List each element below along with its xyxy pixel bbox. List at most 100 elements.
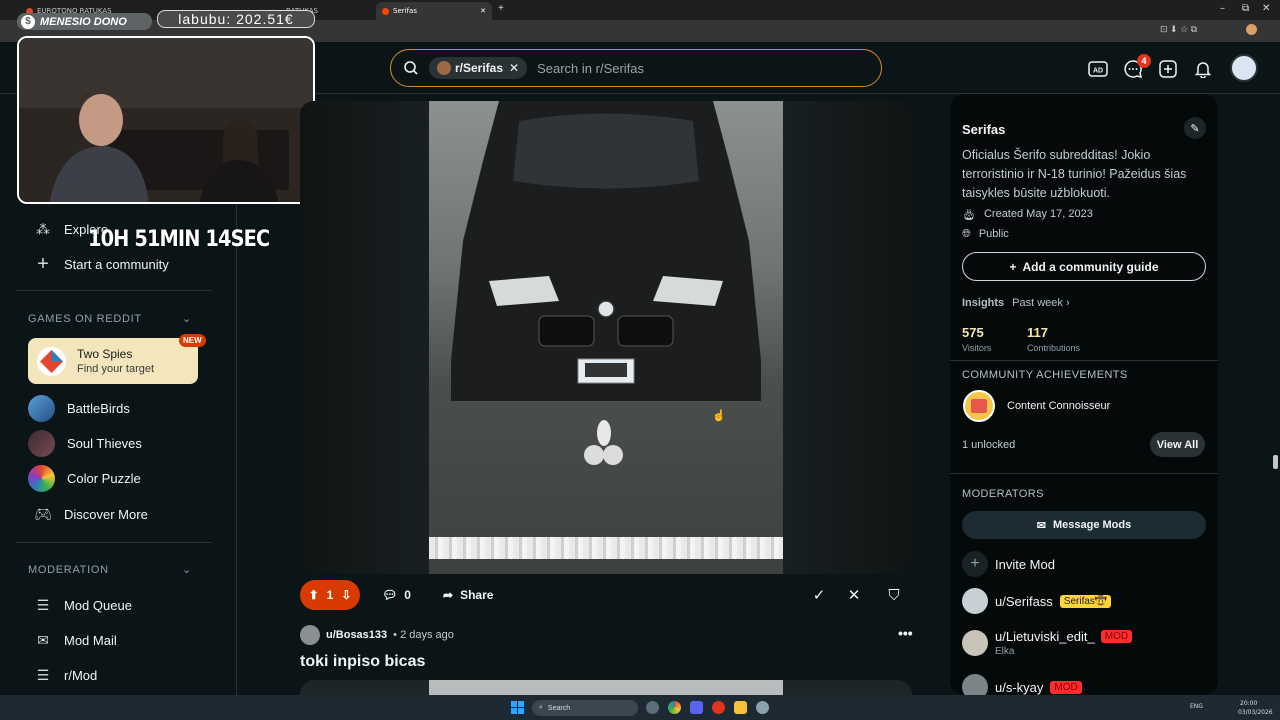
moderator-row[interactable]: u/Lietuviski_edit_ MOD Elka (962, 629, 1133, 657)
moderator-subtitle: Elka (995, 646, 1015, 657)
contributions-label: Contributions (1027, 343, 1081, 353)
profile-icon[interactable] (1246, 24, 1257, 35)
snow-sculpture-drawing (584, 420, 623, 465)
taskbar-app-icon[interactable] (646, 701, 659, 714)
achievements-heading: COMMUNITY ACHIEVEMENTS (962, 369, 1128, 381)
message-mods-button[interactable]: ✉ Message Mods (962, 511, 1206, 539)
notification-badge: 4 (1137, 54, 1151, 68)
chrome-icon[interactable] (668, 701, 681, 714)
chevron-down-icon[interactable]: ⌄ (182, 312, 191, 325)
contributions-value: 117 (1027, 325, 1048, 340)
webcam-overlay (17, 36, 315, 204)
share-icon: ➦ (443, 588, 454, 602)
view-all-button[interactable]: View All (1150, 432, 1205, 457)
moderator-row[interactable]: u/Serifass Serifas🤠 (962, 588, 1112, 614)
mod-feed-icon: ☰ (36, 666, 50, 683)
plus-icon: + (962, 551, 988, 577)
webcam-feed-image (19, 38, 313, 202)
next-post-meta: u/Bosas133 • 2 days ago (300, 625, 454, 645)
discord-icon[interactable] (690, 701, 703, 714)
bell-icon[interactable] (1192, 58, 1214, 80)
edit-icon[interactable]: ✎ (1184, 117, 1206, 139)
featured-game-card[interactable]: Two Spies Find your target NEW (28, 334, 206, 384)
tab-close-icon[interactable]: ✕ (480, 7, 486, 15)
community-visibility: 🌐︎ Public (962, 228, 1009, 240)
tray-lang[interactable]: ENG (1190, 703, 1203, 710)
sidebar-item-mod-queue[interactable]: ☰ Mod Queue (34, 596, 132, 614)
car-photo-drawing (451, 101, 761, 401)
post-image[interactable] (429, 101, 783, 574)
games-section-heading[interactable]: GAMES ON REDDIT (28, 313, 142, 325)
search-bar[interactable]: r/Serifas ✕ Search in r/Serifas (390, 49, 882, 87)
remove-icon[interactable]: ✕ (839, 580, 869, 610)
taskbar-search[interactable]: ⌕ Search (532, 700, 638, 716)
sidebar-game-color-puzzle[interactable]: Color Puzzle (28, 465, 141, 492)
mail-icon: ✉ (1036, 519, 1046, 532)
new-tab-button[interactable]: + (498, 3, 504, 14)
tray-time[interactable]: 20:00 (1240, 700, 1257, 707)
achievement-name: Content Connoisseur (1007, 400, 1111, 412)
extension-icons[interactable]: ⊡ ⬇ ☆ ⧉ (1160, 24, 1197, 35)
achievement-badge-icon[interactable] (963, 390, 995, 422)
subreddit-search-chip[interactable]: r/Serifas ✕ (429, 57, 528, 79)
parking-line (429, 537, 783, 559)
chevron-down-icon[interactable]: ⌄ (182, 563, 191, 576)
chip-remove-icon[interactable]: ✕ (509, 61, 519, 75)
comment-icon: 💬︎ (382, 588, 398, 602)
insights-row[interactable]: Insights Past week › (962, 297, 1070, 309)
achievements-unlocked: 1 unlocked (962, 439, 1016, 451)
gamepad-icon: 🎮︎ (34, 505, 52, 522)
dollar-icon: $ (21, 14, 35, 29)
labubu-counter: labubu: 202.51€ (157, 10, 315, 28)
sidebar-divider (16, 542, 212, 543)
user-avatar[interactable] (1230, 54, 1258, 82)
tray-date[interactable]: 03/03/2026 (1238, 709, 1273, 716)
create-post-icon[interactable] (1157, 58, 1179, 80)
more-options-icon[interactable]: ••• (898, 625, 913, 641)
taskbar-app-icon[interactable] (712, 701, 725, 714)
sidebar-item-start-community[interactable]: + Start a community (34, 253, 169, 275)
shield-icon[interactable]: ⛉ (879, 580, 909, 610)
search-icon: ⌕ (539, 704, 543, 711)
share-button[interactable]: ➦ Share (433, 580, 503, 610)
subreddit-avatar (437, 61, 451, 75)
panel-divider (950, 473, 1218, 474)
minimize-icon[interactable]: – (1220, 3, 1225, 14)
comments-button[interactable]: 💬︎ 0 (372, 580, 421, 610)
invite-mod-row[interactable]: + Invite Mod (962, 551, 1055, 577)
browser-tab-active[interactable]: Serifas ✕ (376, 2, 492, 20)
advertise-icon[interactable]: AD (1087, 58, 1109, 80)
upvote-icon[interactable]: ⬆ (309, 588, 319, 602)
settings-icon[interactable] (756, 701, 769, 714)
windows-start-icon[interactable] (511, 701, 524, 714)
taskbar-app-icon[interactable] (734, 701, 747, 714)
sidebar-game-battlebirds[interactable]: BattleBirds (28, 395, 130, 422)
stream-timer: 10H 51MIN 14SEC (88, 227, 270, 252)
reddit-favicon-icon (382, 7, 389, 15)
post-action-bar: ⬆ 1 ⇩ 💬︎ 0 ➦ Share ✓ ✕ ⛉ (300, 580, 912, 610)
author-link[interactable]: u/Bosas133 (326, 629, 387, 641)
user-flair: Serifas🤠 (1059, 594, 1112, 608)
page-scrollbar[interactable] (1273, 455, 1278, 469)
approve-icon[interactable]: ✓ (804, 580, 834, 610)
sidebar-item-r-mod[interactable]: ☰ r/Mod (34, 666, 98, 684)
sidebar-item-mod-mail[interactable]: ✉ Mod Mail (34, 631, 117, 649)
add-community-guide-button[interactable]: + Add a community guide (962, 252, 1206, 281)
moderation-section-heading[interactable]: MODERATION (28, 564, 109, 576)
sidebar-discover-more[interactable]: 🎮︎ Discover More (34, 505, 148, 523)
maximize-icon[interactable]: ⧉ (1242, 3, 1249, 14)
mail-icon: ✉ (37, 631, 49, 648)
sidebar-game-soul-thieves[interactable]: Soul Thieves (28, 430, 142, 457)
new-badge: NEW (179, 334, 206, 347)
svg-text:AD: AD (1093, 68, 1103, 75)
vote-control[interactable]: ⬆ 1 ⇩ (300, 580, 360, 610)
next-post-title[interactable]: toki inpiso bicas (300, 653, 425, 671)
moderators-heading: MODERATORS (962, 488, 1044, 500)
window-close-icon[interactable]: ✕ (1262, 3, 1270, 14)
post-media[interactable] (300, 101, 912, 574)
search-placeholder[interactable]: Search in r/Serifas (537, 61, 644, 76)
author-avatar[interactable] (300, 625, 320, 645)
globe-icon: 🌐︎ (962, 228, 971, 240)
visitors-value: 575 (962, 325, 984, 340)
downvote-icon[interactable]: ⇩ (341, 588, 351, 602)
